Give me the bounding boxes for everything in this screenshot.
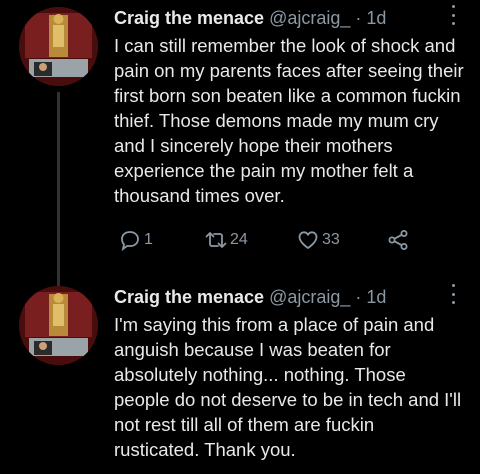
handle[interactable]: @ajcraig_: [269, 8, 350, 28]
avatar-image: [19, 7, 98, 86]
tweet-header: Craig the menace @ajcraig_ · 1d: [114, 285, 460, 309]
handle[interactable]: @ajcraig_: [269, 287, 350, 307]
separator: ·: [355, 287, 362, 307]
reply-icon: [121, 231, 139, 252]
tweet-1[interactable]: Craig the menace @ajcraig_ · 1d I can st…: [0, 0, 480, 286]
avatar-image: [19, 286, 98, 365]
display-name[interactable]: Craig the menace: [114, 287, 264, 307]
reply-button[interactable]: 1: [118, 228, 153, 252]
retweet-count: 24: [230, 231, 248, 248]
retweet-button[interactable]: 24: [204, 228, 248, 252]
tweet-actions: 1 24 33: [118, 228, 418, 252]
tweet-2[interactable]: Craig the menace @ajcraig_ · 1d I'm sayi…: [0, 270, 480, 474]
share-button[interactable]: [386, 228, 410, 252]
timestamp[interactable]: 1d: [366, 287, 386, 307]
more-options-icon[interactable]: [450, 284, 456, 304]
like-count: 33: [322, 231, 340, 248]
avatar[interactable]: [19, 286, 98, 365]
thread-line: [57, 92, 60, 286]
share-icon: [388, 230, 408, 250]
display-name[interactable]: Craig the menace: [114, 8, 264, 28]
retweet-icon: [205, 232, 227, 248]
tweet-text: I'm saying this from a place of pain and…: [114, 314, 462, 460]
avatar[interactable]: [19, 7, 98, 86]
separator: ·: [355, 8, 362, 28]
like-button[interactable]: 33: [296, 228, 340, 252]
reply-count: 1: [144, 231, 153, 248]
like-icon: [298, 231, 318, 249]
tweet-header: Craig the menace @ajcraig_ · 1d: [114, 6, 460, 30]
timestamp[interactable]: 1d: [366, 8, 386, 28]
more-options-icon[interactable]: [450, 5, 456, 25]
tweet-text: I can still remember the look of shock a…: [114, 35, 464, 206]
